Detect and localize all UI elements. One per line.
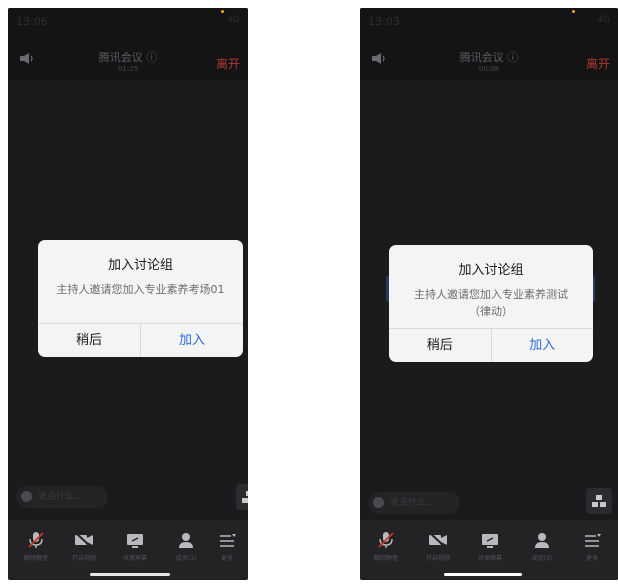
layout-button[interactable] xyxy=(236,484,248,510)
dialog-buttons: 稍后 加入 xyxy=(389,328,593,362)
camera-off-icon xyxy=(429,532,447,548)
meeting-timer: 01:25 xyxy=(117,65,139,73)
members-button[interactable]: 成员(3) xyxy=(164,530,208,562)
status-bar: 13:06 4G xyxy=(8,8,248,36)
toolbar-label: 解除静音 xyxy=(23,555,48,562)
video-stage: 加入讨论组 主持人邀请您加入专业素养考场01 稍后 加入 xyxy=(8,80,248,520)
mic-muted-icon xyxy=(378,532,394,548)
bottom-toolbar: 解除静音 开启视频 共享屏幕 成员(3) 更多 xyxy=(360,520,618,580)
emoji-icon[interactable] xyxy=(373,497,384,508)
join-button[interactable]: 加入 xyxy=(141,324,243,357)
toolbar-label: 成员(3) xyxy=(531,555,553,562)
toolbar-label: 更多 xyxy=(585,555,598,562)
grid-layout-icon xyxy=(242,491,248,503)
meeting-header: 腾讯会议 ⓘ 00:08 离开 xyxy=(360,36,618,80)
toolbar-label: 更多 xyxy=(220,555,233,562)
status-bar: 13:03 4G xyxy=(360,8,618,36)
grid-layout-icon xyxy=(592,495,606,507)
comment-placeholder: 说点什么... xyxy=(38,492,83,502)
toolbar-label: 开启视频 xyxy=(71,555,96,562)
mic-indicator-dot xyxy=(221,10,224,13)
mic-indicator-dot xyxy=(572,10,575,13)
members-icon xyxy=(535,533,549,548)
dialog-title: 加入讨论组 xyxy=(107,258,173,273)
emoji-icon[interactable] xyxy=(21,491,32,502)
dialog-buttons: 稍后 加入 xyxy=(38,323,243,357)
comment-input[interactable]: 说点什么... xyxy=(16,486,108,508)
leave-button[interactable]: 离开 xyxy=(586,55,610,72)
home-indicator xyxy=(90,573,170,576)
unmute-button[interactable]: 解除静音 xyxy=(364,530,408,562)
start-video-button[interactable]: 开启视频 xyxy=(416,530,460,562)
share-screen-button[interactable]: 共享屏幕 xyxy=(113,530,157,562)
dialog-title: 加入讨论组 xyxy=(458,263,524,278)
comment-input[interactable]: 说点什么... xyxy=(368,492,460,514)
meeting-timer: 00:08 xyxy=(478,65,500,73)
more-button[interactable]: 更多 xyxy=(205,530,248,562)
phone-screen-left: 13:06 4G 腾讯会议 ⓘ 01:25 离开 加入讨论组 主持人邀请您加入专… xyxy=(8,8,248,580)
start-video-button[interactable]: 开启视频 xyxy=(62,530,106,562)
more-menu-icon xyxy=(585,534,601,547)
share-screen-button[interactable]: 共享屏幕 xyxy=(468,530,512,562)
later-button[interactable]: 稍后 xyxy=(38,324,141,357)
dialog-message: 主持人邀请您加入专业素养测试（律动） xyxy=(414,288,568,318)
status-time: 13:03 xyxy=(368,15,400,28)
leave-button[interactable]: 离开 xyxy=(216,55,240,72)
join-button[interactable]: 加入 xyxy=(492,329,594,362)
video-stage: 加入讨论组 主持人邀请您加入专业素养测试（律动） 稍后 加入 xyxy=(360,80,618,520)
camera-off-icon xyxy=(75,532,93,548)
meeting-title[interactable]: 腾讯会议 ⓘ xyxy=(360,49,618,65)
toolbar-label: 成员(3) xyxy=(175,555,197,562)
bottom-toolbar: 解除静音 开启视频 共享屏幕 成员(3) 更多 xyxy=(8,520,248,580)
join-group-dialog: 加入讨论组 主持人邀请您加入专业素养测试（律动） 稍后 加入 xyxy=(389,245,593,362)
screen-share-icon xyxy=(482,534,498,548)
unmute-button[interactable]: 解除静音 xyxy=(14,530,58,562)
toolbar-label: 解除静音 xyxy=(373,555,398,562)
members-button[interactable]: 成员(3) xyxy=(520,530,564,562)
more-menu-icon xyxy=(220,534,236,547)
meeting-header: 腾讯会议 ⓘ 01:25 离开 xyxy=(8,36,248,80)
layout-button[interactable] xyxy=(586,488,612,514)
members-icon xyxy=(179,533,193,548)
meeting-title[interactable]: 腾讯会议 ⓘ xyxy=(8,49,248,65)
more-button[interactable]: 更多 xyxy=(570,530,614,562)
join-group-dialog: 加入讨论组 主持人邀请您加入专业素养考场01 稍后 加入 xyxy=(38,240,243,357)
status-time: 13:06 xyxy=(16,15,48,28)
mic-muted-icon xyxy=(28,532,44,548)
network-indicator: 4G xyxy=(227,15,240,25)
later-button[interactable]: 稍后 xyxy=(389,329,492,362)
toolbar-label: 共享屏幕 xyxy=(477,555,502,562)
toolbar-label: 开启视频 xyxy=(425,555,450,562)
dialog-message: 主持人邀请您加入专业素养考场01 xyxy=(56,283,225,296)
comment-placeholder: 说点什么... xyxy=(390,498,435,508)
network-indicator: 4G xyxy=(597,15,610,25)
home-indicator xyxy=(444,573,522,576)
screen-share-icon xyxy=(127,534,143,548)
phone-screen-right: 13:03 4G 腾讯会议 ⓘ 00:08 离开 加入讨论组 主持人邀请您加入专… xyxy=(360,8,618,580)
toolbar-label: 共享屏幕 xyxy=(122,555,147,562)
